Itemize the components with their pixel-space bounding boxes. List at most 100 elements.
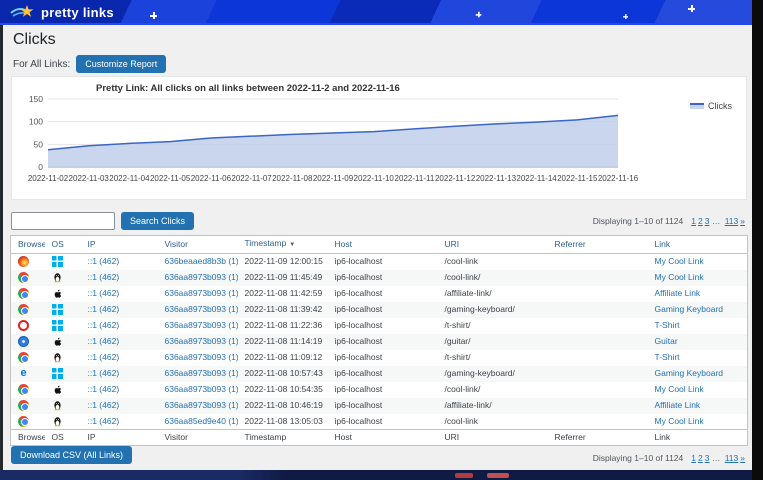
cell-uri: /affiliate-link/ [438, 398, 548, 414]
sparkle-icon [150, 12, 157, 19]
pagination-ellipsis: … [709, 453, 722, 463]
ip-link[interactable]: ::1 (462) [88, 288, 120, 298]
page-link-1[interactable]: 1 [691, 216, 696, 226]
visitor-link[interactable]: 636aa8973b093 (1) [165, 272, 238, 282]
page-link-2[interactable]: 2 [698, 453, 703, 463]
column-header-os[interactable]: OS [45, 236, 81, 254]
ip-link[interactable]: ::1 (462) [88, 336, 120, 346]
cell-timestamp: 2022-11-08 11:39:42 [238, 302, 328, 318]
link-link[interactable]: My Cool Link [655, 384, 704, 394]
column-header-referrer[interactable]: Referrer [548, 236, 648, 254]
page-link-1[interactable]: 1 [691, 453, 696, 463]
download-csv-button[interactable]: Download CSV (All Links) [11, 446, 132, 464]
svg-text:2022-11-12: 2022-11-12 [435, 174, 476, 183]
link-link[interactable]: My Cool Link [655, 416, 704, 426]
cell-link: My Cool Link [648, 382, 748, 398]
page-link-2[interactable]: 2 [698, 216, 703, 226]
visitor-link[interactable]: 636aa8973b093 (1) [165, 320, 238, 330]
column-footer-visitor: Visitor [158, 430, 238, 446]
visitor-link[interactable]: 636aa8973b093 (1) [165, 368, 238, 378]
cell-os [45, 382, 81, 398]
cell-host: ip6-localhost [328, 334, 438, 350]
link-link[interactable]: Gaming Keyboard [655, 304, 724, 314]
visitor-link[interactable]: 636aa85ed9e40 (1) [165, 416, 238, 426]
windows-os-icon [52, 256, 63, 267]
ip-link[interactable]: ::1 (462) [88, 416, 120, 426]
cell-visitor: 636aa8973b093 (1) [158, 350, 238, 366]
visitor-link[interactable]: 636aa8973b093 (1) [165, 400, 238, 410]
svg-text:2022-11-05: 2022-11-05 [150, 174, 191, 183]
link-link[interactable]: My Cool Link [655, 256, 704, 266]
cell-ip: ::1 (462) [81, 334, 158, 350]
ip-link[interactable]: ::1 (462) [88, 304, 120, 314]
search-input[interactable] [11, 212, 115, 230]
sparkle-icon [623, 14, 628, 19]
next-page-link[interactable]: » [740, 453, 745, 463]
column-header-browser[interactable]: Browser [11, 236, 45, 254]
star-swoosh-icon [10, 3, 36, 21]
svg-text:0: 0 [38, 162, 43, 172]
windows-os-icon [52, 320, 63, 331]
cell-visitor: 636aa8973b093 (1) [158, 286, 238, 302]
filter-label: For All Links: [13, 59, 70, 70]
cell-browser [11, 398, 45, 414]
visitor-link[interactable]: 636beaaed8b3b (1) [165, 256, 238, 266]
legend-swatch-clicks [690, 103, 704, 109]
visitor-link[interactable]: 636aa8973b093 (1) [165, 336, 238, 346]
ip-link[interactable]: ::1 (462) [88, 256, 120, 266]
column-header-ip[interactable]: IP [81, 236, 158, 254]
link-link[interactable]: Guitar [655, 336, 678, 346]
ip-link[interactable]: ::1 (462) [88, 400, 120, 410]
link-link[interactable]: Affiliate Link [655, 288, 701, 298]
column-header-link[interactable]: Link [648, 236, 748, 254]
cell-link: Guitar [648, 334, 748, 350]
column-header-host[interactable]: Host [328, 236, 438, 254]
next-page-link[interactable]: » [740, 216, 745, 226]
column-header-timestamp[interactable]: Timestamp▼ [238, 236, 328, 254]
ip-link[interactable]: ::1 (462) [88, 352, 120, 362]
cell-visitor: 636aa8973b093 (1) [158, 334, 238, 350]
cell-link: Affiliate Link [648, 286, 748, 302]
page-link-last[interactable]: 113 [725, 453, 739, 463]
visitor-link[interactable]: 636aa8973b093 (1) [165, 288, 238, 298]
column-header-uri[interactable]: URI [438, 236, 548, 254]
pretty-links-logo[interactable]: pretty links [10, 3, 114, 21]
search-clicks-button[interactable]: Search Clicks [121, 212, 194, 230]
svg-text:100: 100 [29, 117, 43, 127]
ip-link[interactable]: ::1 (462) [88, 272, 120, 282]
cell-ip: ::1 (462) [81, 414, 158, 430]
cell-host: ip6-localhost [328, 270, 438, 286]
chrome-icon [18, 288, 29, 299]
customize-report-button[interactable]: Customize Report [76, 55, 166, 73]
visitor-link[interactable]: 636aa8973b093 (1) [165, 304, 238, 314]
cell-link: T-Shirt [648, 318, 748, 334]
visitor-link[interactable]: 636aa8973b093 (1) [165, 352, 238, 362]
visitor-link[interactable]: 636aa8973b093 (1) [165, 384, 238, 394]
ip-link[interactable]: ::1 (462) [88, 384, 120, 394]
cell-ip: ::1 (462) [81, 318, 158, 334]
cell-host: ip6-localhost [328, 382, 438, 398]
link-link[interactable]: T-Shirt [655, 352, 680, 362]
ip-link[interactable]: ::1 (462) [88, 320, 120, 330]
cell-ip: ::1 (462) [81, 254, 158, 270]
link-link[interactable]: Affiliate Link [655, 400, 701, 410]
linux-os-icon [52, 416, 63, 427]
cell-timestamp: 2022-11-08 10:57:43 [238, 366, 328, 382]
cell-link: Affiliate Link [648, 398, 748, 414]
ip-link[interactable]: ::1 (462) [88, 368, 120, 378]
cell-timestamp: 2022-11-08 10:54:35 [238, 382, 328, 398]
svg-text:2022-11-16: 2022-11-16 [598, 174, 639, 183]
cell-host: ip6-localhost [328, 414, 438, 430]
cell-browser [11, 270, 45, 286]
cell-os [45, 318, 81, 334]
column-header-visitor[interactable]: Visitor [158, 236, 238, 254]
page-link-last[interactable]: 113 [725, 216, 739, 226]
cell-referrer [548, 382, 648, 398]
link-link[interactable]: Gaming Keyboard [655, 368, 724, 378]
svg-text:150: 150 [29, 95, 43, 104]
apple-os-icon [52, 288, 63, 299]
link-link[interactable]: T-Shirt [655, 320, 680, 330]
cell-os [45, 366, 81, 382]
link-link[interactable]: My Cool Link [655, 272, 704, 282]
cell-uri: /cool-link [438, 414, 548, 430]
